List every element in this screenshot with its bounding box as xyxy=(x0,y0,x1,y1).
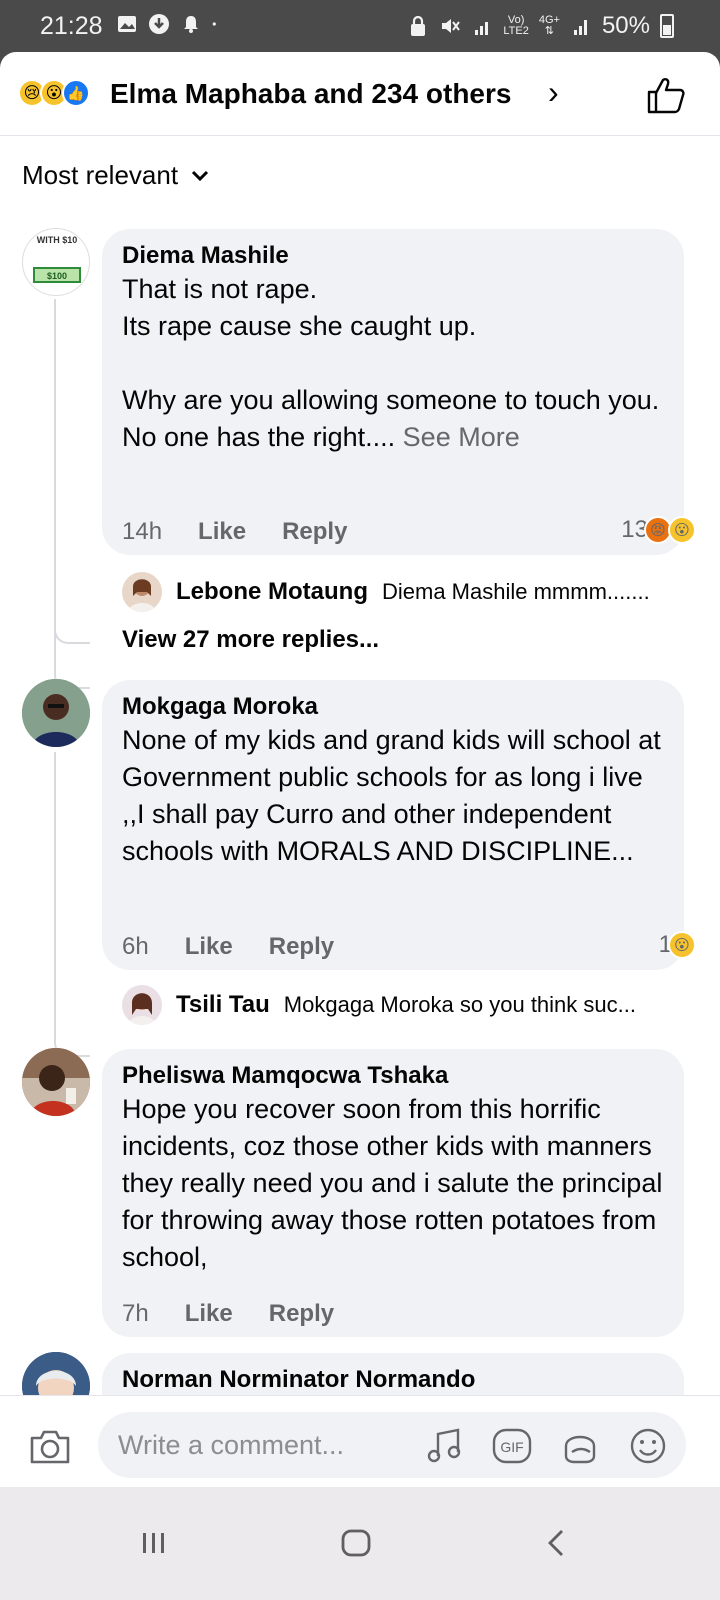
avatar[interactable]: WITH $10 $100 xyxy=(22,228,90,296)
signal-icon xyxy=(573,20,587,35)
svg-text:GIF: GIF xyxy=(500,1439,523,1455)
comment-text: That is not rape. Its rape cause she cau… xyxy=(122,274,660,452)
like-button[interactable]: Like xyxy=(198,518,246,546)
battery-percent: 50% xyxy=(601,12,650,39)
like-button[interactable]: Like xyxy=(185,1300,233,1328)
comment-author[interactable]: Norman Norminator Normando xyxy=(122,1365,664,1395)
reply-button[interactable]: Reply xyxy=(269,1300,334,1328)
comment-placeholder: Write a comment... xyxy=(118,1430,345,1460)
reaction-summary[interactable]: 13 😡 😮 xyxy=(621,516,696,544)
like-reaction-icon: 👍 xyxy=(62,79,90,107)
like-button-icon[interactable] xyxy=(646,76,686,114)
avatar-caption: WITH $10 xyxy=(37,235,78,245)
comment-author[interactable]: Pheliswa Mamqocwa Tshaka xyxy=(122,1061,664,1091)
sort-label: Most relevant xyxy=(22,160,179,190)
comment-actions: 6h Like Reply xyxy=(122,933,334,961)
see-more-link[interactable]: See More xyxy=(403,422,520,452)
back-icon[interactable] xyxy=(540,1525,576,1561)
status-time: 21:28 xyxy=(40,12,103,40)
reactions-title[interactable]: Elma Maphaba and 234 others xyxy=(110,78,511,110)
comments-sheet: 😢 😮 👍 Elma Maphaba and 234 others › Most… xyxy=(0,52,720,1515)
reply-text: Diema Mashile mmmm....... xyxy=(381,579,650,604)
avatar xyxy=(122,985,162,1025)
avatar[interactable] xyxy=(22,679,90,747)
avatar-bill: $100 xyxy=(47,271,67,281)
reply-preview[interactable]: Lebone Motaung Diema Mashile mmmm....... xyxy=(122,572,682,612)
mute-icon xyxy=(442,19,461,33)
reply-author[interactable]: Lebone Motaung xyxy=(176,578,368,606)
avatar[interactable] xyxy=(22,1048,90,1116)
download-icon xyxy=(149,14,169,34)
reaction-summary[interactable]: 1 😮 xyxy=(659,931,696,959)
battery-icon xyxy=(660,14,674,38)
gallery-icon xyxy=(118,16,136,32)
reply-button[interactable]: Reply xyxy=(269,933,334,961)
signal-icon xyxy=(475,22,489,35)
like-button[interactable]: Like xyxy=(185,933,233,961)
thread-line xyxy=(54,752,90,1057)
comment-actions: 14h Like Reply xyxy=(122,518,347,546)
bell-icon xyxy=(184,16,198,33)
comment-text: None of my kids and grand kids will scho… xyxy=(122,725,661,866)
sort-dropdown[interactable]: Most relevant xyxy=(22,160,210,191)
sticker-icon[interactable] xyxy=(560,1426,600,1466)
comment-time: 7h xyxy=(122,1300,149,1327)
thread-line xyxy=(54,592,90,689)
comment-text: Hope you recover soon from this horrific… xyxy=(122,1094,663,1272)
wow-reaction-icon: 😮 xyxy=(668,516,696,544)
comment-time: 14h xyxy=(122,518,163,545)
reply-button[interactable]: Reply xyxy=(282,518,347,546)
comment-actions: 7h Like Reply xyxy=(122,1300,334,1328)
music-icon[interactable] xyxy=(424,1426,464,1466)
comment-bubble[interactable]: Mokgaga Moroka None of my kids and grand… xyxy=(102,680,684,970)
comment-bubble[interactable]: Diema Mashile That is not rape. Its rape… xyxy=(102,229,684,555)
gif-icon[interactable]: GIF xyxy=(492,1426,532,1466)
system-nav-bar xyxy=(0,1487,720,1600)
camera-icon[interactable] xyxy=(28,1426,72,1466)
reply-author[interactable]: Tsili Tau xyxy=(176,991,270,1019)
status-bar: 21:28 Vo) LTE2 4G+ ⇅ 50% xyxy=(0,0,720,52)
system-icons: Vo) LTE2 4G+ ⇅ 50% xyxy=(407,12,674,40)
chevron-right-icon[interactable]: › xyxy=(548,74,559,111)
reaction-icons: 😢 😮 👍 xyxy=(18,79,90,107)
comment-input[interactable]: Write a comment... GIF xyxy=(98,1412,686,1478)
avatar xyxy=(122,572,162,612)
wow-reaction-icon: 😮 xyxy=(668,931,696,959)
chevron-down-icon xyxy=(192,170,209,181)
comment-author[interactable]: Diema Mashile xyxy=(122,241,664,271)
lock-icon xyxy=(411,15,426,36)
home-icon[interactable] xyxy=(338,1525,374,1561)
network-label: Vo) LTE2 xyxy=(503,14,529,37)
reactions-header[interactable]: 😢 😮 👍 Elma Maphaba and 234 others › xyxy=(0,52,720,136)
comment-time: 6h xyxy=(122,933,149,960)
reply-text: Mokgaga Moroka so you think suc... xyxy=(283,992,636,1017)
comment-author[interactable]: Mokgaga Moroka xyxy=(122,692,664,722)
network-type: 4G+ ⇅ xyxy=(538,14,560,37)
reply-preview[interactable]: Tsili Tau Mokgaga Moroka so you think su… xyxy=(122,985,682,1025)
notification-icons xyxy=(116,13,222,35)
dot-icon xyxy=(212,22,216,26)
recent-apps-icon[interactable] xyxy=(136,1525,172,1561)
view-more-replies[interactable]: View 27 more replies... xyxy=(122,626,379,654)
comment-bubble[interactable]: Pheliswa Mamqocwa Tshaka Hope you recove… xyxy=(102,1049,684,1337)
emoji-icon[interactable] xyxy=(628,1426,668,1466)
